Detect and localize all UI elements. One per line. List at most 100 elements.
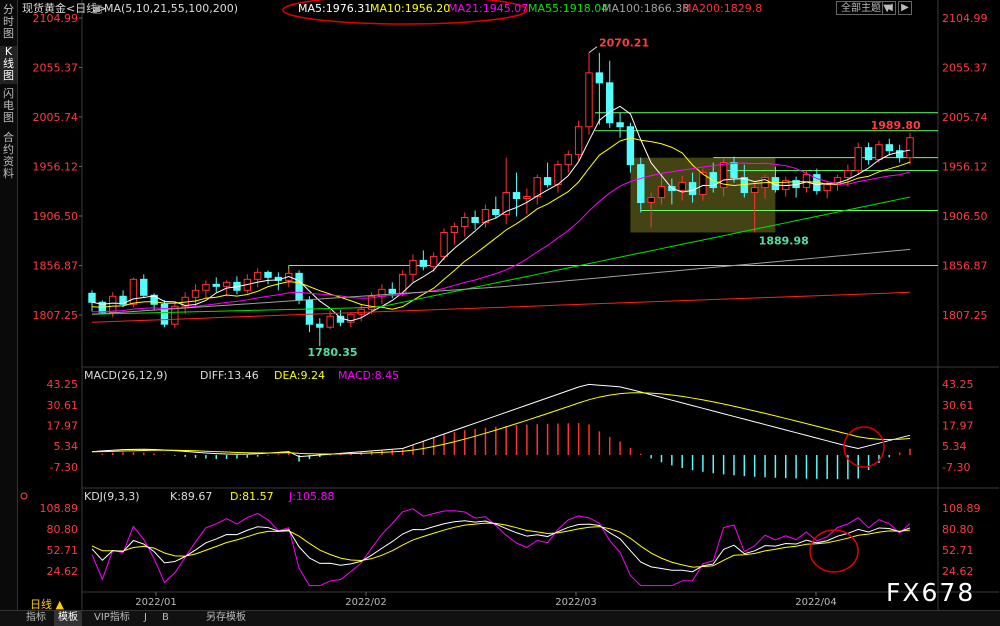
kdj-tick-right: 80.80 xyxy=(942,523,974,536)
macd-title: MACD(26,12,9) xyxy=(84,369,168,382)
price-tick-right: 1956.12 xyxy=(942,161,988,174)
candle-body xyxy=(750,187,759,194)
tab-vip-indicators[interactable]: VIP指标 xyxy=(90,611,134,626)
candle-body xyxy=(554,164,562,186)
tab-save-template[interactable]: 另存模板 xyxy=(202,611,250,626)
overlays xyxy=(288,112,938,275)
side-tab-bar: 分时图 K线图 闪电图 合约资料 xyxy=(0,0,18,610)
price-tick-right: 1856.87 xyxy=(942,260,988,273)
candle-body xyxy=(471,216,479,223)
tab-b[interactable]: B xyxy=(158,611,173,626)
candle-body xyxy=(606,82,614,124)
low1-label: 1780.35 xyxy=(307,346,357,359)
candle-body xyxy=(129,278,138,305)
kdj-k: K:89.67 xyxy=(170,490,212,503)
watermark-logo: FX678 xyxy=(886,578,976,607)
candle-body xyxy=(595,72,604,84)
candle-body xyxy=(688,182,697,196)
price-tick-left: 2055.37 xyxy=(33,61,79,74)
scroll-right-button[interactable]: ▶ xyxy=(898,1,912,15)
price-tick-left: 2005.74 xyxy=(33,111,79,124)
candle-body xyxy=(264,271,272,278)
kdj-tick-left: 108.89 xyxy=(40,502,79,515)
candle-body xyxy=(461,216,469,227)
kdj-panel: KDJ(9,3,3) K:89.67 D:81.57 J:105.88 108.89 10… xyxy=(20,490,981,587)
side-tab-flash-chart[interactable]: 闪电图 xyxy=(0,88,17,126)
candle-body xyxy=(253,271,262,280)
date-label: 2022/04 xyxy=(795,597,837,608)
candle-body xyxy=(191,289,200,298)
candle-body xyxy=(844,170,852,179)
macd-panel: MACD(26,12,9) DIFF:13.46 DEA:9.24 MACD:8.45… xyxy=(47,369,974,480)
chart-svg[interactable]: 2104.99 2104.992055.37 2055.372005.74 2005.… xyxy=(0,0,1000,625)
grid-lines xyxy=(81,0,999,610)
candle-body xyxy=(885,144,894,152)
candle-body xyxy=(492,209,500,216)
ma5-line xyxy=(91,105,911,322)
price-tick-right: 2005.74 xyxy=(942,111,988,124)
high-pointer xyxy=(588,46,598,54)
chart-stage[interactable]: 2104.99 2104.99 2055.37 2055.37 2005.74 2005.… xyxy=(0,0,1000,625)
candles xyxy=(88,52,914,343)
macd-tick-left: 30.61 xyxy=(47,399,79,412)
price-tick-right: 2055.37 xyxy=(942,61,988,74)
candle-body xyxy=(409,259,417,275)
candle-body xyxy=(202,283,210,291)
tab-indicators[interactable]: 指标 xyxy=(22,611,50,626)
date-label: 2022/02 xyxy=(345,597,387,608)
kdj-title: KDJ(9,3,3) xyxy=(84,490,140,503)
candle-body xyxy=(906,137,914,159)
macd-tick-right: 17.97 xyxy=(942,420,974,433)
kdj-tick-left: 52.71 xyxy=(47,544,79,557)
macd-dea: DEA:9.24 xyxy=(274,369,325,382)
candle-body xyxy=(647,197,655,204)
price-axis: 2104.99 2104.992055.37 2055.372005.74 2005.… xyxy=(33,12,988,322)
price-tick-left: 1956.12 xyxy=(33,161,79,174)
candle-body xyxy=(543,177,552,186)
candle-body xyxy=(574,126,583,156)
kdj-j: J:105.88 xyxy=(288,490,334,503)
kdj-tick-right: 52.71 xyxy=(942,544,974,557)
candle-body xyxy=(388,288,396,294)
kdj-highlight-circle xyxy=(809,529,859,573)
kdj-tick-left: 24.62 xyxy=(47,565,79,578)
price-tick-left: 1856.87 xyxy=(33,260,79,273)
candle-body xyxy=(875,144,883,161)
ma-settings-icon[interactable]: ▣ xyxy=(92,0,102,17)
candle-body xyxy=(295,272,303,301)
macd-tick-left: 5.34 xyxy=(54,440,79,453)
candle-body xyxy=(564,154,573,166)
candle-body xyxy=(419,259,428,267)
tab-j[interactable]: J xyxy=(140,611,151,626)
scroll-left-button[interactable]: ◀ xyxy=(882,1,896,15)
ma-params-label[interactable]: MA(5,10,21,55,100,200) xyxy=(104,0,238,17)
side-tab-tick-chart[interactable]: 分时图 xyxy=(0,4,17,42)
price-annotations: 2070.21 1780.35 1889.98 1989.80 xyxy=(282,0,921,359)
ma200-value: MA200:1829.8 xyxy=(682,2,763,15)
macd-tick-left: 17.97 xyxy=(47,420,79,433)
candle-body xyxy=(222,281,231,287)
macd-tick-right: 43.25 xyxy=(942,378,974,391)
kdj-d: D:81.57 xyxy=(230,490,274,503)
macd-tick-right: 5.34 xyxy=(942,440,967,453)
tab-templates[interactable]: 模板 xyxy=(54,611,82,626)
side-tab-contract-info[interactable]: 合约资料 xyxy=(0,132,17,184)
candle-body xyxy=(450,225,459,233)
kdj-tick-left: 80.80 xyxy=(47,523,79,536)
low2-label: 1889.98 xyxy=(759,234,809,247)
candle-body xyxy=(512,192,521,200)
candle-body xyxy=(357,308,365,315)
candle-body xyxy=(440,231,448,257)
macd-diff-line xyxy=(91,383,911,458)
macd-tick-right: 30.61 xyxy=(942,399,974,412)
candle-body xyxy=(626,126,635,166)
high-label: 2070.21 xyxy=(599,37,649,50)
price-tick-right: 1807.25 xyxy=(942,309,988,322)
candle-body xyxy=(657,186,666,199)
side-tab-kline[interactable]: K线图 xyxy=(0,46,17,84)
ma21-value: MA21:1945.07 xyxy=(448,2,529,15)
date-label: 2022/03 xyxy=(555,597,597,608)
candle-body xyxy=(326,315,334,328)
candle-body xyxy=(88,292,96,303)
ma100-value: MA100:1866.38 xyxy=(602,2,690,15)
